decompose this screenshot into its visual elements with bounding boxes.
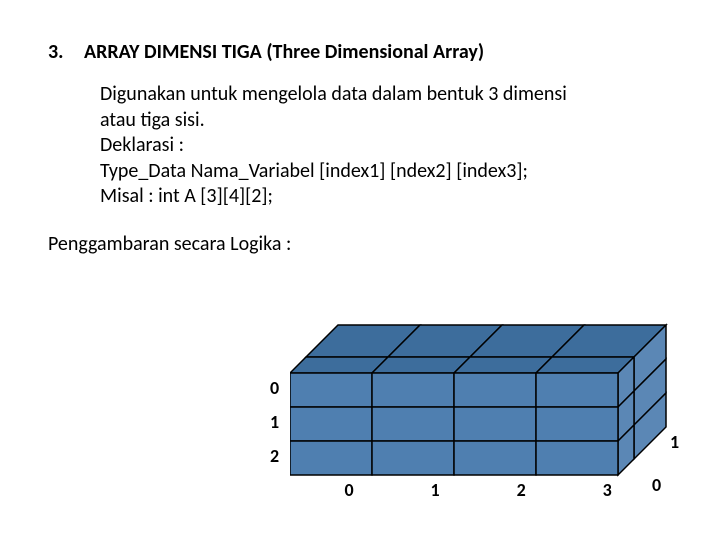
col-label: 0 bbox=[308, 479, 390, 501]
logika-label: Penggambaran secara Logika : bbox=[48, 232, 672, 256]
depth-label: 0 bbox=[652, 474, 661, 496]
row-label: 2 bbox=[270, 439, 279, 473]
heading-title: ARRAY DIMENSI TIGA (Three Dimensional Ar… bbox=[84, 40, 484, 64]
body-text: Digunakan untuk mengelola data dalam ben… bbox=[100, 82, 672, 210]
body-line: Type_Data Nama_Variabel [index1] [ndex2]… bbox=[100, 159, 672, 185]
body-line: Deklarasi : bbox=[100, 133, 672, 159]
col-label: 2 bbox=[480, 479, 562, 501]
body-line: atau tiga sisi. bbox=[100, 108, 672, 134]
row-label: 0 bbox=[270, 371, 279, 405]
body-line: Digunakan untuk mengelola data dalam ben… bbox=[100, 82, 672, 108]
row-index-labels: 0 1 2 bbox=[270, 371, 279, 473]
col-index-labels: 0 1 2 3 bbox=[308, 479, 648, 501]
row-label: 1 bbox=[270, 405, 279, 439]
depth-label: 1 bbox=[670, 431, 679, 453]
body-line: Misal : int A [3][4][2]; bbox=[100, 184, 672, 210]
col-label: 3 bbox=[566, 479, 648, 501]
heading-number: 3. bbox=[48, 40, 84, 64]
array-3d-diagram: 0 1 2 0 1 2 3 1 0 bbox=[290, 315, 690, 515]
section-heading: 3. ARRAY DIMENSI TIGA (Three Dimensional… bbox=[48, 40, 672, 64]
col-label: 1 bbox=[394, 479, 476, 501]
